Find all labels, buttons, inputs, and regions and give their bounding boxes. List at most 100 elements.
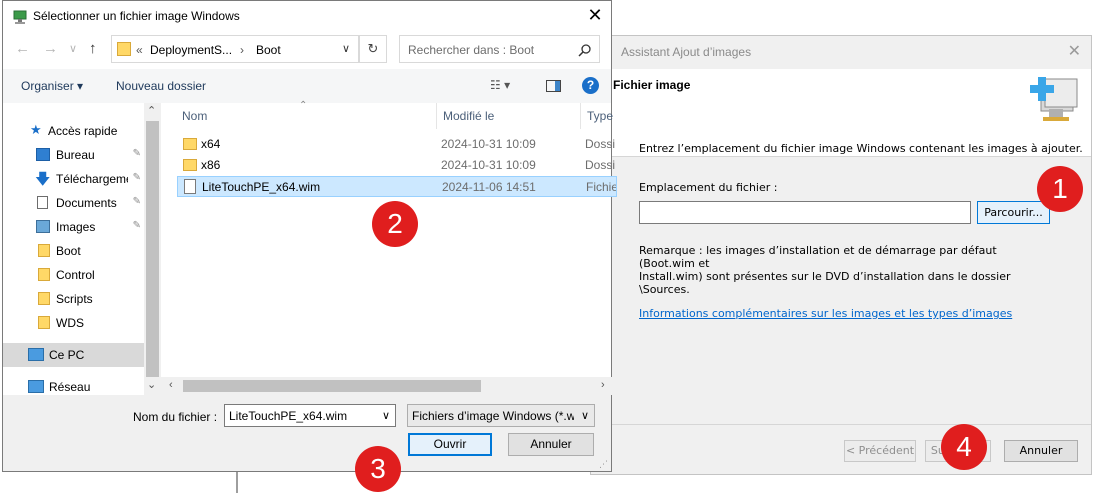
chevron-down-icon[interactable]: ∨	[581, 409, 589, 422]
add-image-icon	[1030, 77, 1078, 121]
wizard-close-button[interactable]: ✕	[1068, 41, 1081, 61]
filename-input[interactable]: LiteTouchPE_x64.wim ∨	[224, 404, 396, 427]
help-icon[interactable]: ?	[582, 77, 599, 94]
preview-pane-icon[interactable]	[546, 80, 561, 92]
column-separator[interactable]	[580, 103, 581, 129]
add-image-wizard: Assistant Ajout d’images ✕ Fichier image…	[590, 35, 1092, 475]
wizard-note: Remarque : les images d’installation et …	[639, 244, 1029, 296]
file-row-selected[interactable]: LiteTouchPE_x64.wim 2024-11-06 14:51 Fic…	[177, 176, 617, 197]
pictures-icon	[36, 220, 50, 233]
column-header-name[interactable]: Nom	[182, 103, 207, 129]
breadcrumb-boot[interactable]: Boot	[256, 43, 281, 57]
wizard-page-title: Fichier image	[613, 78, 691, 92]
file-name: x86	[201, 158, 221, 172]
refresh-icon[interactable]: ↻	[359, 35, 387, 63]
nav-item-label: Téléchargements	[56, 172, 128, 186]
nav-item-quick-access[interactable]: ★ Accès rapide	[3, 119, 144, 143]
pin-icon: ✎	[132, 220, 141, 231]
pin-icon: ✎	[132, 148, 141, 159]
breadcrumb-separator: ›	[240, 43, 244, 57]
scroll-left-arrow-icon[interactable]: ‹	[169, 379, 173, 391]
nav-item-pictures[interactable]: Images ✎	[3, 215, 144, 239]
dialog-close-button[interactable]: ✕	[579, 1, 611, 31]
pin-icon: ✎	[132, 172, 141, 183]
nav-item-control[interactable]: Control	[3, 263, 144, 287]
column-header-type[interactable]: Type	[587, 103, 613, 129]
resize-grip-icon[interactable]: ⋰	[599, 459, 608, 470]
nav-item-scripts[interactable]: Scripts	[3, 287, 144, 311]
step-badge-1: 1	[1037, 166, 1083, 212]
recent-locations-icon[interactable]: ∨	[69, 42, 77, 55]
column-separator[interactable]	[436, 103, 437, 129]
file-date: 2024-10-31 10:09	[441, 137, 536, 151]
file-type: Dossier de fichiers	[585, 158, 615, 172]
nav-item-downloads[interactable]: 🡇 Téléchargements ✎	[3, 167, 144, 191]
nav-item-label: Scripts	[56, 292, 93, 306]
browse-button[interactable]: Parcourir...	[977, 201, 1050, 224]
nav-item-boot[interactable]: Boot	[3, 239, 144, 263]
wizard-title: Assistant Ajout d’images	[621, 45, 752, 59]
nav-item-this-pc[interactable]: Ce PC	[3, 343, 144, 367]
file-row[interactable]: x86 2024-10-31 10:09 Dossier de fichiers	[177, 155, 617, 176]
nav-item-label: Documents	[56, 196, 117, 210]
step-badge-3: 3	[355, 446, 401, 492]
chevron-down-icon[interactable]: ∨	[342, 42, 350, 55]
dialog-body: ★ Accès rapide Bureau ✎ 🡇 Téléchargement…	[3, 100, 617, 395]
search-icon	[578, 44, 591, 57]
background-divider	[236, 470, 238, 493]
nav-item-network[interactable]: Réseau	[3, 375, 144, 395]
dialog-titlebar: Sélectionner un fichier image Windows ✕	[3, 1, 611, 31]
scroll-up-arrow-icon[interactable]: ⌃	[147, 104, 156, 117]
file-list-horizontal-scrollbar[interactable]: ‹ ›	[161, 377, 613, 395]
file-type: Dossier de fichiers	[585, 137, 615, 151]
nav-item-wds[interactable]: WDS	[3, 311, 144, 335]
wizard-note-line1: Remarque : les images d’installation et …	[639, 244, 997, 270]
scroll-down-arrow-icon[interactable]: ⌄	[147, 378, 156, 391]
search-input[interactable]: Rechercher dans : Boot	[399, 35, 600, 63]
dialog-cancel-button[interactable]: Annuler	[508, 433, 594, 456]
nav-item-label: WDS	[56, 316, 84, 330]
filename-label: Nom du fichier :	[133, 410, 218, 424]
up-arrow-icon[interactable]: ↑	[89, 40, 97, 57]
previous-button[interactable]: < Précédent	[844, 440, 916, 462]
nav-item-documents[interactable]: Documents ✎	[3, 191, 144, 215]
organize-button[interactable]: Organiser ▾	[21, 79, 83, 93]
file-date: 2024-10-31 10:09	[441, 158, 536, 172]
scrollbar-thumb[interactable]	[183, 380, 481, 392]
file-type-select[interactable]: Fichiers d’image Windows (*.wim) ∨	[407, 404, 595, 427]
navigation-pane-scrollbar[interactable]: ⌃ ⌄	[144, 103, 161, 395]
navigation-bar: ← → ∨ ↑ « DeploymentS... › Boot ∨ ↻ Rech…	[3, 31, 611, 69]
view-options-icon[interactable]: ☷ ▾	[490, 78, 510, 92]
nav-item-desktop[interactable]: Bureau ✎	[3, 143, 144, 167]
desktop-icon	[36, 148, 50, 161]
column-header-modified[interactable]: Modifié le	[443, 103, 494, 129]
sort-ascending-icon: ⌃	[299, 100, 308, 111]
nav-item-label: Accès rapide	[48, 124, 118, 138]
step-badge-4: 4	[941, 424, 987, 470]
open-button[interactable]: Ouvrir	[408, 433, 492, 456]
wizard-cancel-button[interactable]: Annuler	[1004, 440, 1078, 462]
new-folder-button[interactable]: Nouveau dossier	[116, 79, 206, 93]
search-placeholder: Rechercher dans : Boot	[408, 43, 535, 57]
file-list: ⌃ Nom Modifié le Type x64 2024-10-31 10:…	[161, 100, 617, 395]
app-icon	[13, 10, 27, 24]
address-bar[interactable]: « DeploymentS... › Boot ∨	[111, 35, 359, 63]
file-date: 2024-11-06 14:51	[442, 180, 536, 194]
folder-icon	[38, 292, 50, 305]
file-location-input[interactable]	[639, 201, 971, 224]
documents-icon	[37, 196, 48, 209]
folder-icon	[38, 316, 50, 329]
scrollbar-thumb[interactable]	[146, 121, 159, 377]
breadcrumb-deployment-share[interactable]: DeploymentS...	[150, 43, 232, 57]
chevron-down-icon[interactable]: ∨	[382, 409, 390, 422]
forward-arrow-icon[interactable]: →	[43, 40, 58, 57]
breadcrumb-overflow[interactable]: «	[136, 43, 143, 57]
file-name: LiteTouchPE_x64.wim	[202, 180, 321, 194]
folder-icon	[38, 268, 50, 281]
network-icon	[28, 380, 44, 393]
more-info-link[interactable]: Informations complémentaires sur les ima…	[639, 307, 1012, 320]
scroll-right-arrow-icon[interactable]: ›	[601, 379, 605, 391]
file-row[interactable]: x64 2024-10-31 10:09 Dossier de fichiers	[177, 134, 617, 155]
back-arrow-icon[interactable]: ←	[15, 40, 30, 57]
pin-icon: ✎	[132, 196, 141, 207]
